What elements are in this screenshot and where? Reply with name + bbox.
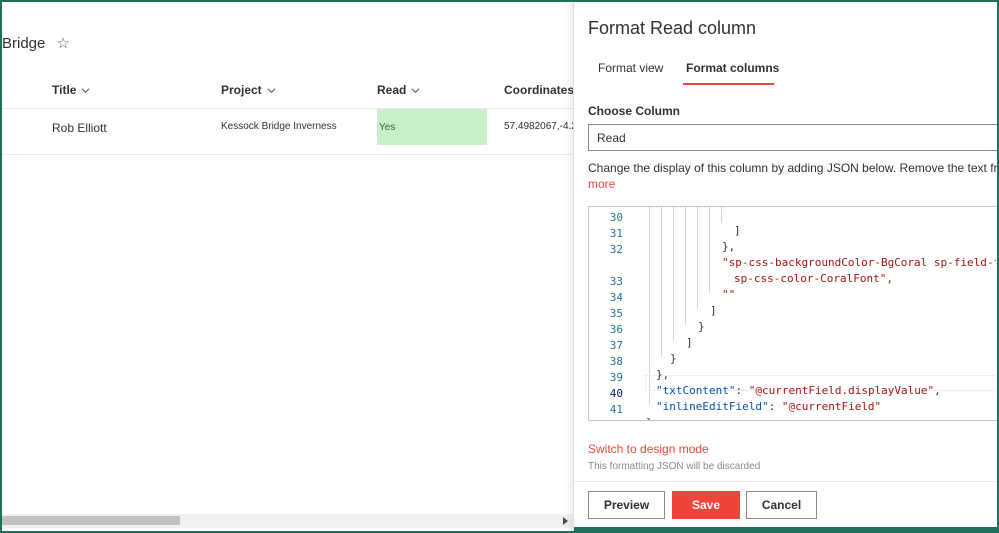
column-header-project[interactable]: Project (221, 83, 276, 97)
cell-title: Rob Elliott (52, 121, 107, 135)
preview-button[interactable]: Preview (588, 491, 665, 519)
table-row[interactable]: Rob Elliott Kessock Bridge Inverness Yes… (0, 109, 573, 146)
footer-divider (574, 481, 999, 482)
learn-more-link[interactable]: more (588, 177, 615, 191)
code-line: 32 "sp-css-backgroundColor-BgCoral sp-fi… (609, 243, 999, 269)
cell-read: Yes (377, 109, 487, 145)
list-view: Bridge ☆ Title Project Read Coordinates … (0, 0, 573, 533)
code-line: 35 } (609, 307, 705, 333)
json-description: Change the display of this column by add… (588, 161, 999, 175)
code-line: 31 }, (609, 227, 736, 253)
save-button[interactable]: Save (672, 491, 740, 519)
bottom-frame-bar (574, 527, 999, 533)
cell-coordinates: 57.4982067,-4.2 (504, 121, 573, 132)
scroll-right-arrow-icon[interactable] (563, 517, 568, 525)
choose-column-label: Choose Column (588, 104, 680, 118)
code-line: 30 ] (609, 211, 741, 237)
scrollbar-thumb[interactable] (2, 516, 180, 525)
cancel-button[interactable]: Cancel (746, 491, 817, 519)
code-line: 34 ] (609, 291, 717, 317)
switch-design-mode-link[interactable]: Switch to design mode (588, 442, 709, 456)
column-header-read[interactable]: Read (377, 83, 420, 97)
column-header-coordinates[interactable]: Coordinates (504, 83, 573, 97)
star-icon[interactable]: ☆ (56, 36, 69, 51)
design-mode-note: This formatting JSON will be discarded (588, 461, 761, 472)
code-line: 37 } (609, 339, 677, 365)
chevron-down-icon (267, 87, 276, 93)
chevron-down-icon (411, 87, 420, 93)
chevron-down-icon (81, 87, 90, 93)
code-line: 33 "" (609, 275, 736, 301)
code-line: 38 }, (609, 355, 670, 381)
format-column-panel: Format Read column Format view Format co… (573, 0, 999, 533)
row-divider (0, 154, 573, 155)
list-title-bar: Bridge ☆ (2, 35, 70, 52)
code-line: 41 } (609, 403, 653, 420)
active-tab-indicator (683, 83, 774, 85)
code-line-active: 40 "inlineEditField": "@currentField" (609, 387, 882, 413)
list-title: Bridge (2, 35, 46, 52)
tab-format-columns[interactable]: Format columns (686, 61, 779, 75)
column-header-title[interactable]: Title (52, 83, 90, 97)
code-line: sp-css-color-CoralFont", (734, 272, 893, 285)
cell-project: Kessock Bridge Inverness (221, 121, 337, 132)
code-line: 36 ] (609, 323, 693, 349)
panel-title: Format Read column (588, 18, 757, 38)
json-code-editor[interactable]: 30 ] 31 }, 32 "sp-css-backgroundColor-Bg… (588, 206, 999, 421)
choose-column-select[interactable]: Read (588, 124, 999, 151)
horizontal-scrollbar[interactable] (0, 514, 573, 528)
code-line: 39 "txtContent": "@currentField.displayV… (609, 371, 941, 397)
tab-format-view[interactable]: Format view (598, 61, 663, 75)
